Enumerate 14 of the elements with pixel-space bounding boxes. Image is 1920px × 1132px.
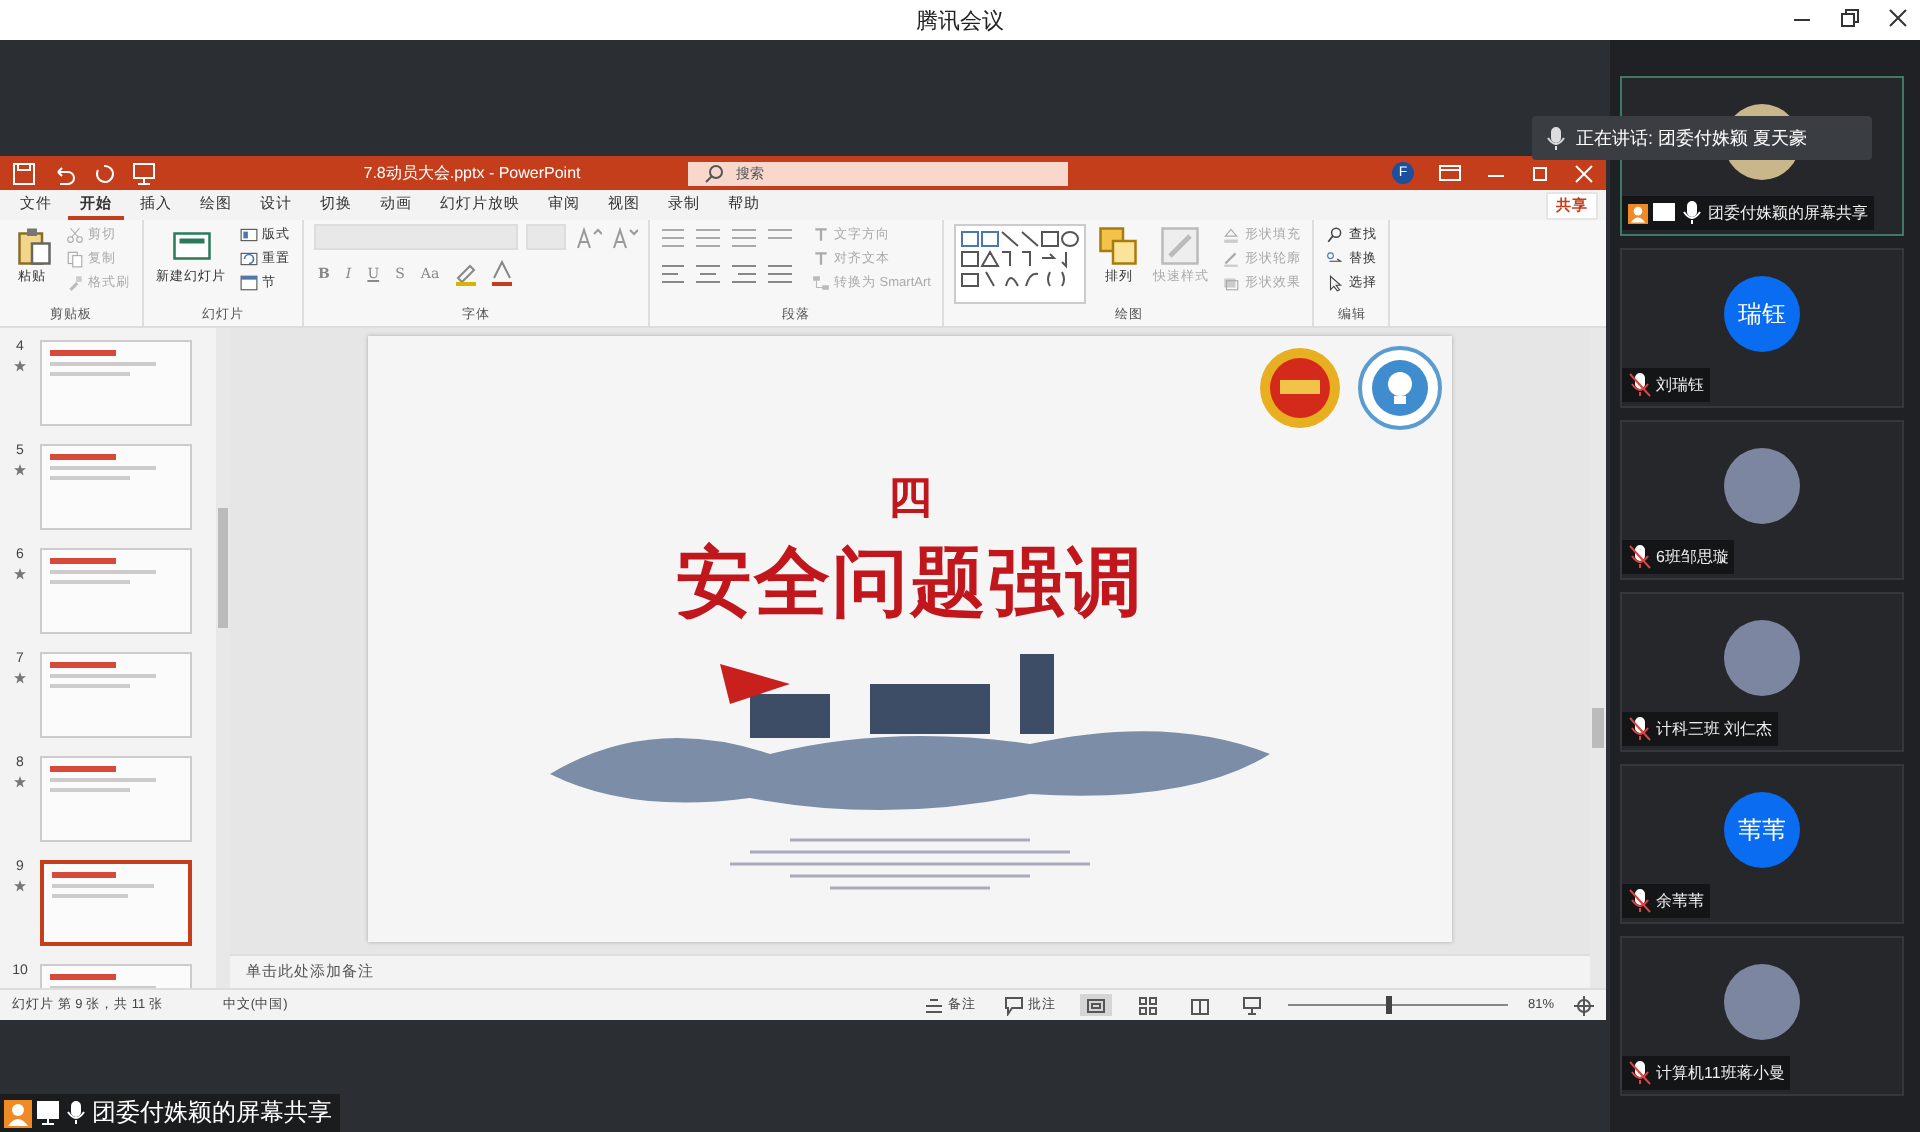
initials-avatar: 瑞钰 <box>1724 276 1800 352</box>
document-title: 7.8动员大会.pptx - PowerPoint <box>361 162 583 184</box>
slide-title: 安全问题强调 <box>676 540 1144 630</box>
participant-name: 余苇苇 <box>1656 890 1704 912</box>
section-number: 四 <box>888 470 932 526</box>
participant-name: 团委付姝颖的屏幕共享 <box>1708 202 1868 224</box>
participant-name: 6班邹思璇 <box>1656 546 1729 568</box>
window-title: 腾讯会议 <box>916 7 1004 35</box>
initials-avatar: 苇苇 <box>1724 792 1800 868</box>
screen-share-label: 团委付姝颖的屏幕共享 <box>0 1094 340 1132</box>
participant-name: 刘瑞钰 <box>1656 374 1704 396</box>
participant-name: 计算机11班蒋小曼 <box>1656 1062 1785 1084</box>
speaking-text: 正在讲话: 团委付姝颖 夏天豪 <box>1576 125 1808 151</box>
participant-name: 计科三班 刘仁杰 <box>1656 718 1773 740</box>
